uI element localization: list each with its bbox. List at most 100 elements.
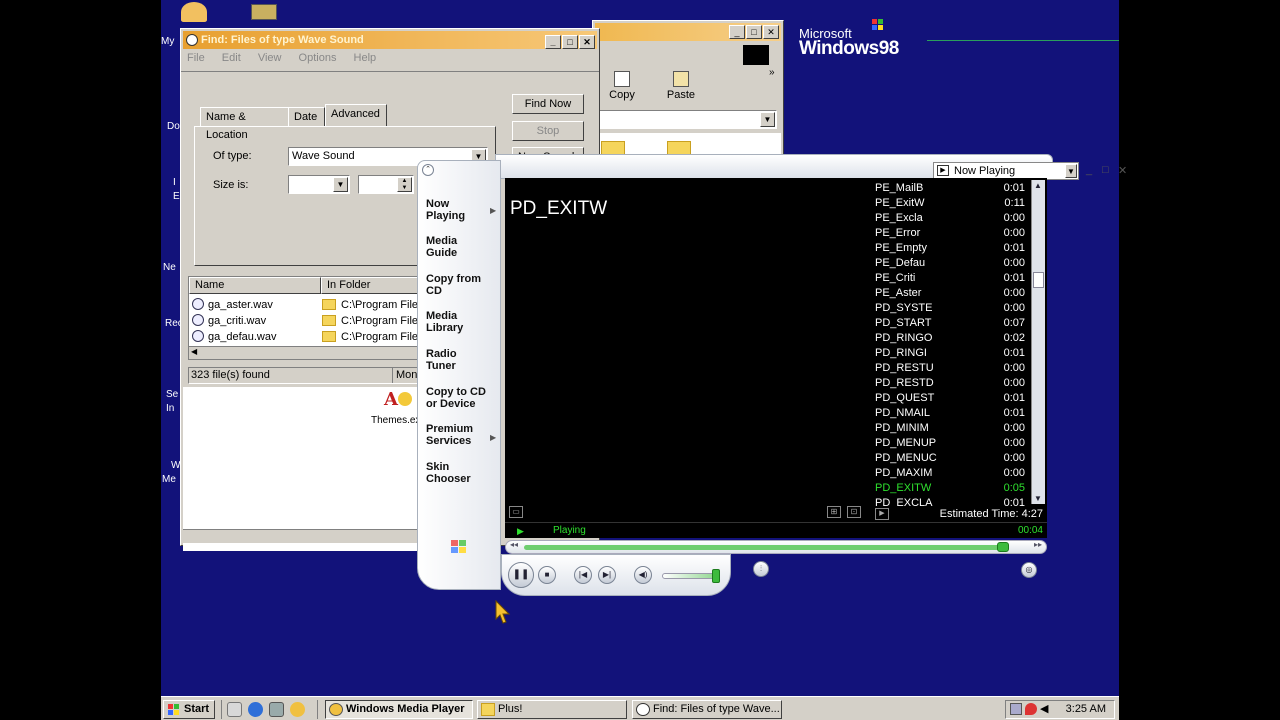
size-stepper[interactable]: ▲ ▼ [358, 175, 414, 194]
nav-now-playing[interactable]: Now Playing [426, 198, 488, 222]
maximize-icon[interactable]: □ [1102, 164, 1109, 176]
menu-toggle-icon[interactable]: ⌃ [422, 164, 434, 176]
task-windows-media-player[interactable]: Windows Media Player [325, 700, 473, 719]
menu-options[interactable]: Options [299, 52, 337, 64]
pause-button[interactable]: ❚❚ [508, 562, 534, 588]
desktop-icon-label[interactable]: Se [166, 389, 178, 400]
media-player-quicklaunch-icon[interactable] [290, 702, 305, 717]
playlist-item[interactable]: PD_MENUP 0:00 [875, 436, 1025, 451]
table-row[interactable]: ga_criti.wav C:\Program Files [189, 313, 419, 329]
nav-media-guide[interactable]: Media Guide [426, 235, 488, 259]
menu-edit[interactable]: Edit [222, 52, 241, 64]
visualization-icon[interactable]: ▭ [509, 506, 523, 518]
size-qualifier-select[interactable]: ▼ [288, 175, 350, 194]
clock[interactable]: 3:25 AM [1066, 701, 1106, 718]
scroll-left-icon[interactable]: ◀ [191, 347, 197, 356]
skin-mode-button[interactable]: ◎ [1021, 562, 1037, 578]
desktop-icon-label[interactable]: Me [162, 474, 176, 485]
playlist-item[interactable]: PE_Empty 0:01 [875, 241, 1025, 256]
close-icon[interactable]: ✕ [763, 25, 779, 39]
briefcase-icon[interactable] [251, 4, 277, 20]
stop-button[interactable]: Stop [512, 121, 584, 141]
address-field[interactable]: ▼ [595, 110, 777, 129]
explorer-titlebar[interactable]: _ □ ✕ [595, 23, 781, 41]
scroll-down-icon[interactable]: ▼ [1034, 494, 1042, 503]
playlist-item[interactable]: PD_MENUC 0:00 [875, 451, 1025, 466]
chevron-down-icon[interactable]: ▼ [760, 112, 775, 127]
volume-knob[interactable] [712, 569, 721, 583]
seek-knob[interactable] [997, 542, 1010, 552]
start-button[interactable]: Start [163, 700, 215, 719]
spinner-icon[interactable]: ▲ ▼ [397, 177, 412, 192]
nav-copy-to-cd[interactable]: Copy to CD or Device [426, 386, 496, 410]
tab-advanced[interactable]: Advanced [325, 104, 387, 127]
task-plus[interactable]: Plus! [477, 700, 627, 719]
minimize-icon[interactable]: _ [1086, 164, 1092, 176]
stop-button[interactable]: ■ [538, 566, 556, 584]
table-row[interactable]: ga_aster.wav C:\Program Files [189, 297, 419, 313]
results-list[interactable]: Name In Folder ga_aster.wav C:\Program F… [188, 276, 420, 360]
playlist-item[interactable]: PD_MAXIM 0:00 [875, 466, 1025, 481]
horizontal-scrollbar[interactable]: ◀ [189, 346, 419, 359]
tray-network-icon[interactable] [1010, 703, 1022, 715]
fullscreen-icon[interactable]: ⊡ [847, 506, 861, 518]
copy-button[interactable]: Copy [607, 71, 637, 101]
previous-button[interactable]: |◀ [574, 566, 592, 584]
playlist-item[interactable]: PD_EXITW 0:05 [875, 481, 1025, 496]
playlist-item[interactable]: PD_SYSTE 0:00 [875, 301, 1025, 316]
maximize-icon[interactable]: □ [562, 35, 578, 49]
menu-view[interactable]: View [258, 52, 282, 64]
playlist-item[interactable]: PE_MailB 0:01 [875, 181, 1025, 196]
scroll-thumb[interactable] [1033, 272, 1044, 288]
desktop-icon-label[interactable]: E [173, 191, 180, 202]
mute-button[interactable]: ◀) [634, 566, 652, 584]
task-find-files[interactable]: Find: Files of type Wave... [632, 700, 782, 719]
playlist-item[interactable]: PE_Criti 0:01 [875, 271, 1025, 286]
nav-media-library[interactable]: Media Library [426, 310, 488, 334]
playlist-item[interactable]: PD_RESTU 0:00 [875, 361, 1025, 376]
playlist-item[interactable]: PD_NMAIL 0:01 [875, 406, 1025, 421]
desktop-icon-label[interactable]: My [161, 36, 174, 47]
minimize-icon[interactable]: _ [729, 25, 745, 39]
playlist-item[interactable]: PD_QUEST 0:01 [875, 391, 1025, 406]
playlist-item[interactable]: PD_RESTD 0:00 [875, 376, 1025, 391]
playlist-item[interactable]: PD_START 0:07 [875, 316, 1025, 331]
internet-explorer-icon[interactable] [248, 702, 263, 717]
wmp-window[interactable]: ▶ Now Playing ▼ _ □ ✕ ⌃ Now Playing ▶ Me… [417, 146, 1127, 596]
fast-forward-icon[interactable]: ▸▸ [1034, 540, 1042, 549]
menu-file[interactable]: File [187, 52, 205, 64]
desktop-icon-label[interactable]: Ne [163, 262, 176, 273]
next-button[interactable]: ▶| [598, 566, 616, 584]
playlist-item[interactable]: PD_MINIM 0:00 [875, 421, 1025, 436]
equalizer-button[interactable]: ⫶ [753, 561, 769, 577]
nav-radio-tuner[interactable]: Radio Tuner [426, 348, 488, 372]
find-titlebar[interactable]: Find: Files of type Wave Sound _ □ ✕ [183, 31, 597, 49]
playlist-item[interactable]: PE_ExitW 0:11 [875, 196, 1025, 211]
close-icon[interactable]: ✕ [1118, 164, 1127, 177]
scroll-up-icon[interactable]: ▲ [1034, 181, 1042, 190]
menu-help[interactable]: Help [354, 52, 377, 64]
chevron-down-icon[interactable]: ▼ [1065, 164, 1077, 178]
desktop-icon-label[interactable]: In [166, 403, 174, 414]
playlist-item[interactable]: PE_Excla 0:00 [875, 211, 1025, 226]
volume-icon[interactable]: ◀ [1040, 702, 1048, 715]
playlist-toggle-icon[interactable]: ▶ [875, 508, 889, 520]
rewind-icon[interactable]: ◂◂ [510, 540, 518, 549]
resize-icon[interactable]: ⊞ [827, 506, 841, 518]
paste-button[interactable]: Paste [665, 71, 697, 101]
playlist-item[interactable]: PE_Aster 0:00 [875, 286, 1025, 301]
playlist-item[interactable]: PE_Error 0:00 [875, 226, 1025, 241]
table-row[interactable]: ga_defau.wav C:\Program Files [189, 329, 419, 345]
tab-name-location[interactable]: Name & Location [200, 107, 289, 141]
tab-date[interactable]: Date [288, 107, 325, 127]
desktop-icon-label[interactable]: Do [167, 121, 180, 132]
nav-premium-services[interactable]: Premium Services [426, 423, 488, 447]
nav-copy-from-cd[interactable]: Copy from CD [426, 273, 492, 297]
desktop-icon-label[interactable]: I [173, 177, 176, 188]
playlist-scrollbar[interactable]: ▲ ▼ [1031, 180, 1045, 504]
nav-skin-chooser[interactable]: Skin Chooser [426, 461, 488, 485]
minimize-icon[interactable]: _ [545, 35, 561, 49]
find-now-button[interactable]: Find Now [512, 94, 584, 114]
toolbar-overflow-icon[interactable]: » [769, 67, 775, 78]
close-icon[interactable]: ✕ [579, 35, 595, 49]
